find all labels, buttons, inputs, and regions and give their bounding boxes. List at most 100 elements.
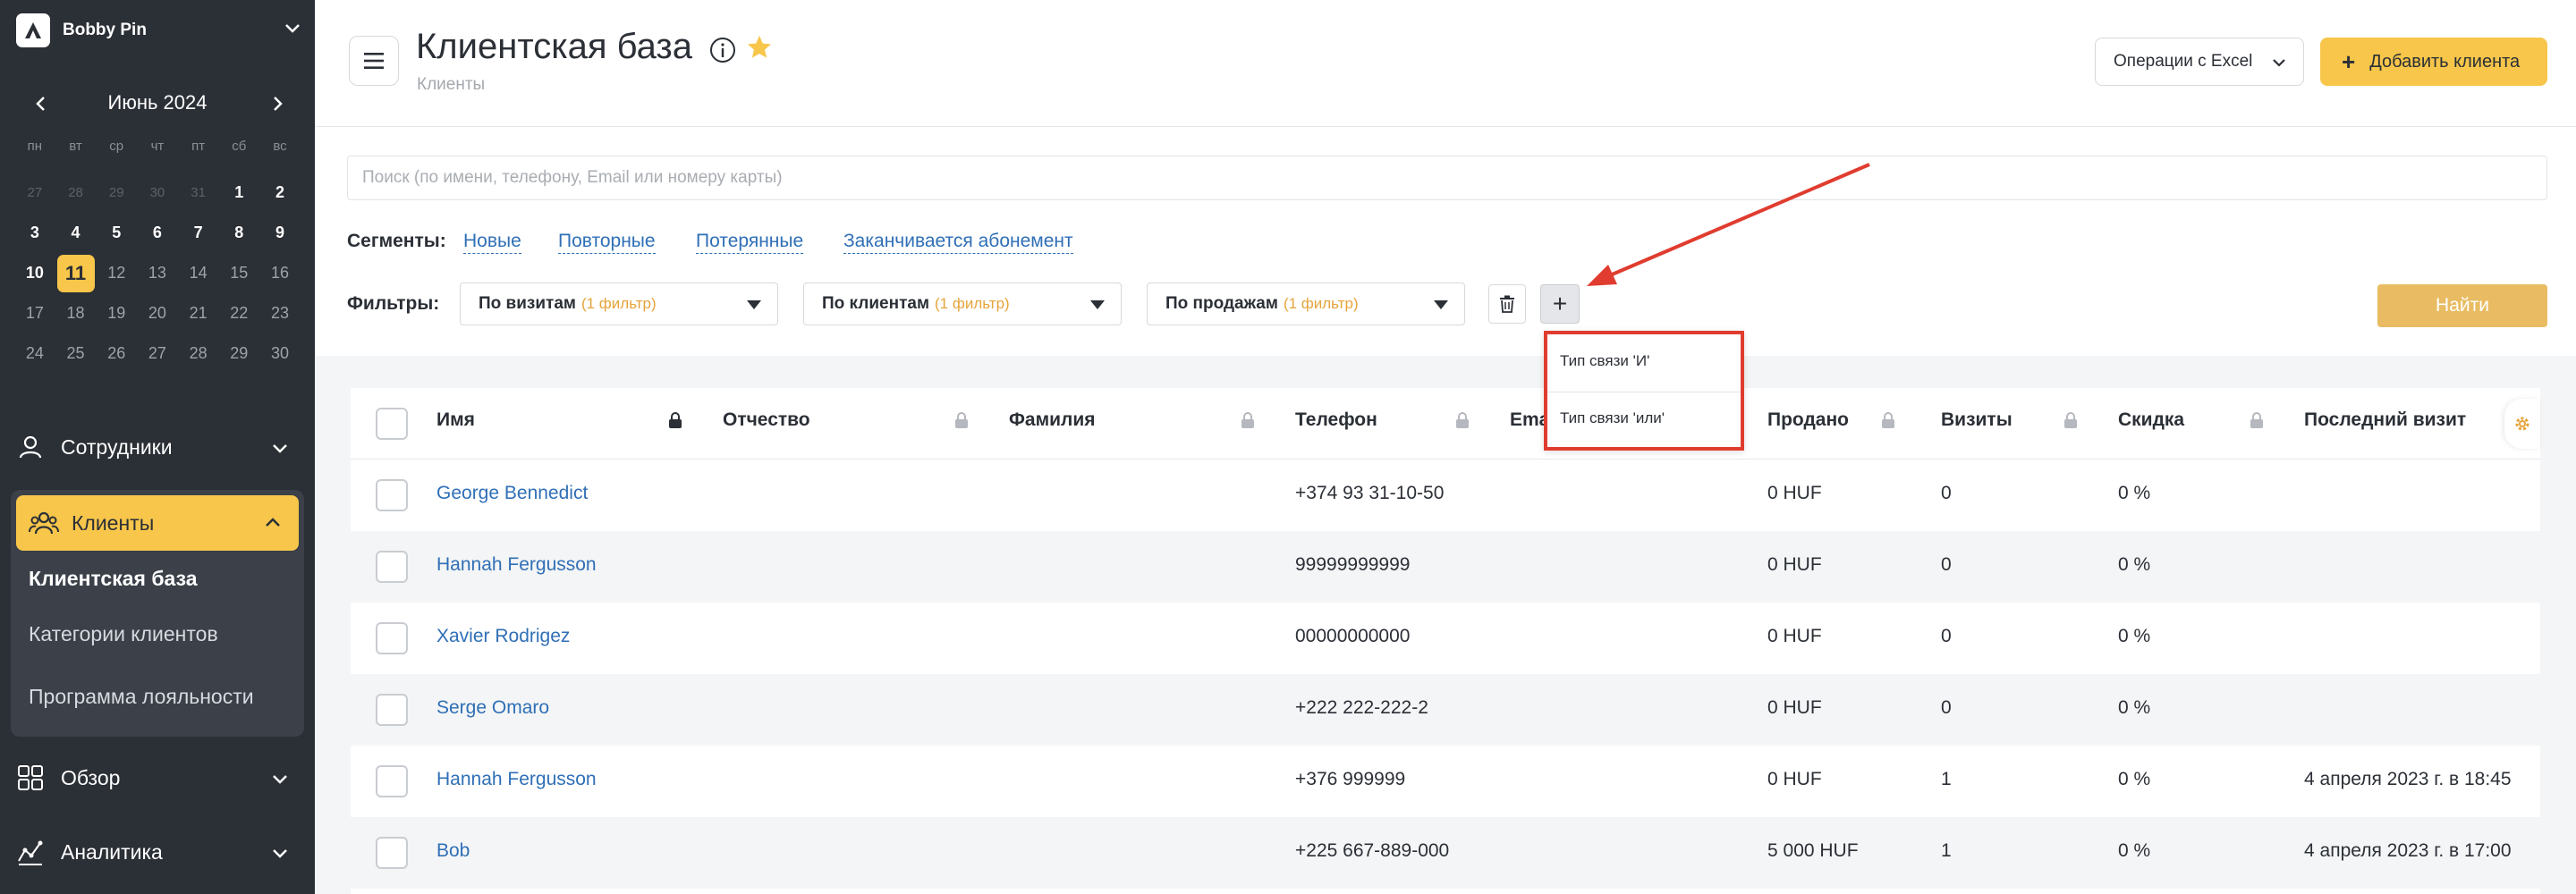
page-title: Клиентская база [416, 27, 692, 66]
table-row[interactable]: Bob +225 667-889-000 5 000 HUF 1 0 % 4 а… [351, 817, 2540, 889]
add-filter-button[interactable]: + [1540, 284, 1580, 324]
calendar-day[interactable]: 24 [14, 333, 55, 374]
find-button[interactable]: Найти [2377, 284, 2547, 327]
segment-lost[interactable]: Потерянные [696, 231, 804, 254]
calendar-day[interactable]: 19 [96, 293, 137, 333]
row-checkbox[interactable] [376, 837, 408, 869]
row-checkbox[interactable] [376, 622, 408, 654]
search-input[interactable] [347, 156, 2547, 200]
breadcrumb[interactable]: Клиенты [417, 75, 485, 95]
column-header-surname[interactable]: Фамилия [1009, 409, 1096, 431]
calendar-day[interactable]: 31 [178, 173, 219, 213]
client-phone: 99999999999 [1295, 554, 1411, 575]
row-checkbox[interactable] [376, 765, 408, 797]
column-header-sold[interactable]: Продано [1767, 409, 1849, 431]
filter-by-clients[interactable]: По клиентам (1 фильтр) [803, 283, 1122, 325]
calendar-day[interactable]: 2 [259, 173, 301, 213]
excel-operations-button[interactable]: Операции с Excel [2095, 38, 2304, 86]
calendar-day[interactable]: 13 [137, 253, 178, 293]
calendar-day[interactable]: 30 [259, 333, 301, 374]
menu-toggle-button[interactable] [349, 36, 399, 86]
calendar-day[interactable]: 17 [14, 293, 55, 333]
filter-by-visits[interactable]: По визитам (1 фильтр) [460, 283, 778, 325]
calendar-header: Июнь 2024 [0, 82, 315, 125]
nav-loyalty-program[interactable]: Программа лояльности [29, 685, 254, 709]
calendar-day-today[interactable]: 11 [55, 253, 97, 293]
segment-new[interactable]: Новые [463, 231, 521, 254]
plus-icon: + [1552, 290, 1568, 317]
calendar-day[interactable]: 29 [96, 173, 137, 213]
table-row[interactable]: Serge Omaro +222 222-222-2 0 HUF 0 0 % [351, 674, 2540, 746]
calendar-day[interactable]: 12 [96, 253, 137, 293]
client-name-link[interactable]: Hannah Fergusson [436, 769, 597, 790]
add-client-button[interactable]: + Добавить клиента [2320, 38, 2547, 86]
calendar-day[interactable]: 3 [14, 213, 55, 253]
calendar-day[interactable]: 8 [218, 213, 259, 253]
star-icon[interactable] [746, 34, 773, 61]
column-header-last-visit[interactable]: Последний визит [2304, 409, 2466, 431]
calendar-day[interactable]: 21 [178, 293, 219, 333]
row-checkbox[interactable] [376, 551, 408, 583]
table-row[interactable]: Hannah Fergusson +376 999999 0 HUF 1 0 %… [351, 746, 2540, 817]
calendar-day[interactable]: 27 [137, 333, 178, 374]
row-checkbox[interactable] [376, 694, 408, 726]
calendar-day[interactable]: 22 [218, 293, 259, 333]
calendar-day[interactable]: 10 [14, 253, 55, 293]
column-header-name[interactable]: Имя [436, 409, 475, 431]
calendar-day[interactable]: 6 [137, 213, 178, 253]
link-type-or-option[interactable]: Тип связи 'или' [1560, 409, 1665, 427]
calendar-day[interactable]: 26 [96, 333, 137, 374]
table-row[interactable]: Xavier Rodrigez 00000000000 0 HUF 0 0 % [351, 603, 2540, 674]
segment-subscription-ending[interactable]: Заканчивается абонемент [843, 231, 1073, 254]
nav-employees[interactable]: Сотрудники [16, 420, 301, 474]
calendar-day[interactable]: 28 [178, 333, 219, 374]
filter-by-sales[interactable]: По продажам (1 фильтр) [1147, 283, 1465, 325]
table-settings-button[interactable] [2504, 399, 2540, 449]
account-switcher[interactable]: Bobby Pin [16, 11, 302, 50]
calendar-day[interactable]: 27 [14, 173, 55, 213]
client-sold: 0 HUF [1767, 769, 1822, 789]
info-icon[interactable] [708, 36, 737, 64]
segment-repeat[interactable]: Повторные [558, 231, 656, 254]
calendar-day[interactable]: 1 [218, 173, 259, 213]
client-name-link[interactable]: George Bennedict [436, 483, 588, 504]
client-visits: 0 [1941, 554, 1952, 575]
calendar-day[interactable]: 30 [137, 173, 178, 213]
calendar-day[interactable]: 16 [259, 253, 301, 293]
column-header-visits[interactable]: Визиты [1941, 409, 2012, 431]
nav-analytics[interactable]: Аналитика [16, 825, 301, 879]
client-name-link[interactable]: Serge Omaro [436, 697, 549, 719]
nav-client-base[interactable]: Клиентская база [29, 567, 198, 591]
table-row[interactable]: George Bennedict +374 93 31-10-50 0 HUF … [351, 460, 2540, 531]
main-content: Клиентская база Клиенты Операции с Excel… [315, 0, 2576, 894]
column-header-phone[interactable]: Телефон [1295, 409, 1377, 431]
calendar-day[interactable]: 4 [55, 213, 97, 253]
nav-overview[interactable]: Обзор [16, 751, 301, 805]
select-all-checkbox[interactable] [376, 408, 408, 440]
column-header-discount[interactable]: Скидка [2118, 409, 2184, 431]
link-type-and-option[interactable]: Тип связи 'И' [1560, 352, 1649, 370]
calendar-day[interactable]: 5 [96, 213, 137, 253]
calendar-day[interactable]: 25 [55, 333, 97, 374]
clear-filters-button[interactable] [1488, 284, 1526, 324]
calendar-day[interactable]: 14 [178, 253, 219, 293]
calendar-day[interactable]: 28 [55, 173, 97, 213]
nav-client-categories[interactable]: Категории клиентов [29, 622, 218, 646]
segments-label: Сегменты: [347, 231, 446, 251]
calendar-day[interactable]: 23 [259, 293, 301, 333]
calendar-day[interactable]: 15 [218, 253, 259, 293]
client-name-link[interactable]: Xavier Rodrigez [436, 626, 570, 647]
client-name-link[interactable]: Bob [436, 840, 470, 862]
calendar-day[interactable]: 29 [218, 333, 259, 374]
column-header-patronymic[interactable]: Отчество [723, 409, 810, 431]
client-discount: 0 % [2118, 626, 2151, 646]
client-name-link[interactable]: Hannah Fergusson [436, 554, 597, 576]
calendar-day[interactable]: 9 [259, 213, 301, 253]
calendar-day[interactable]: 18 [55, 293, 97, 333]
calendar-day[interactable]: 7 [178, 213, 219, 253]
nav-clients[interactable]: Клиенты [16, 495, 299, 551]
table-row[interactable]: Hannah Fergusson 99999999999 0 HUF 0 0 % [351, 531, 2540, 603]
calendar-day[interactable]: 20 [137, 293, 178, 333]
chevron-right-icon[interactable] [267, 93, 288, 114]
row-checkbox[interactable] [376, 479, 408, 511]
